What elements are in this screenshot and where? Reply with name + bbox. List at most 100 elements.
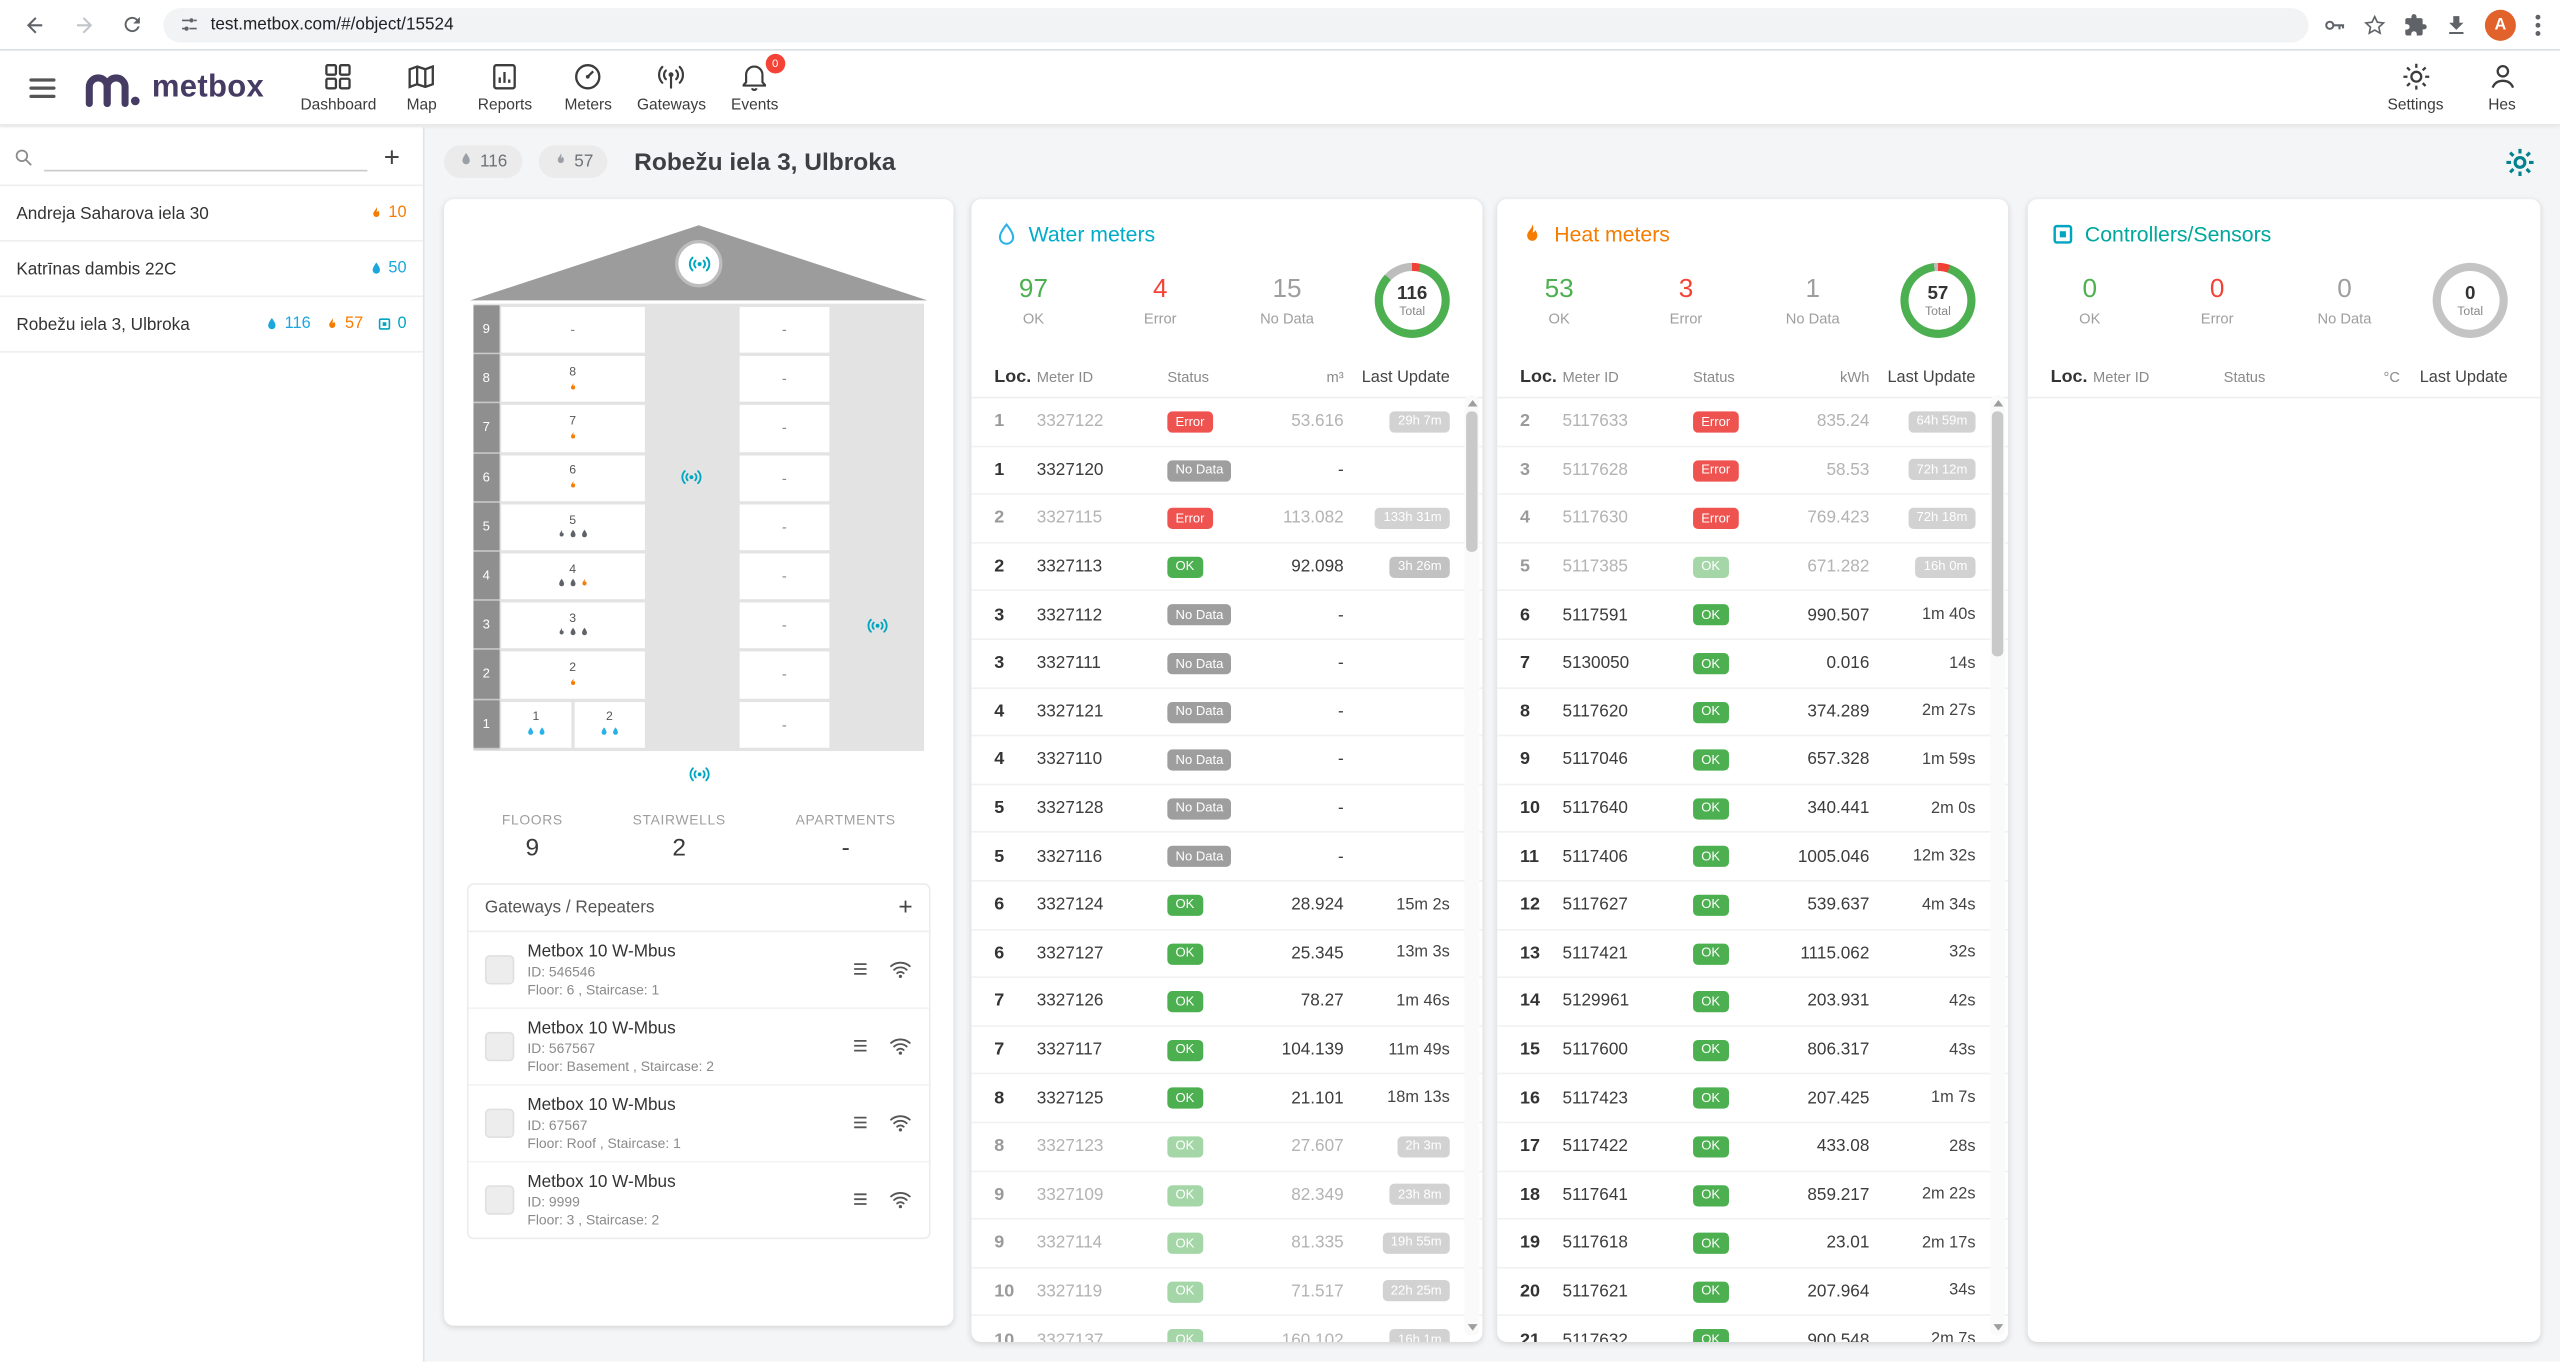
apartment-cell[interactable]: - (501, 307, 645, 353)
gateway-item[interactable]: Metbox 10 W-Mbus ID: 567567 Floor: Basem… (469, 1008, 929, 1085)
browser-back-button[interactable] (16, 7, 52, 43)
nav-dashboard[interactable]: Dashboard (300, 54, 377, 121)
sidebar-location-item[interactable]: Robežu iela 3, Ulbroka116570 (0, 297, 423, 353)
apartment-cell[interactable]: 6 (501, 455, 645, 501)
site-settings-icon[interactable] (180, 15, 200, 35)
apartment-cell[interactable]: - (739, 553, 829, 599)
nav-reports[interactable]: Reports (467, 54, 544, 121)
nav-map[interactable]: Map (383, 54, 460, 121)
meter-row[interactable]: 4 3327110 No Data - (971, 737, 1482, 785)
nav-settings[interactable]: Settings (2377, 54, 2454, 121)
meter-row[interactable]: 20 5117621 OK 207.964 34s (1497, 1268, 2008, 1316)
add-gateway-button[interactable]: + (898, 899, 912, 915)
meter-row[interactable]: 15 5117600 OK 806.317 43s (1497, 1026, 2008, 1074)
list-icon[interactable] (851, 959, 872, 980)
meter-row[interactable]: 10 3327119 OK 71.517 22h 25m (971, 1268, 1482, 1316)
apartment-cell[interactable]: - (739, 603, 829, 649)
meter-row[interactable]: 13 5117421 OK 1115.062 32s (1497, 930, 2008, 978)
nav-gateways[interactable]: Gateways (633, 54, 710, 121)
list-icon[interactable] (851, 1035, 872, 1056)
meter-row[interactable]: 5 3327116 No Data - (971, 833, 1482, 881)
apartment-cell[interactable]: 4 (501, 553, 645, 599)
meter-row[interactable]: 18 5117641 OK 859.217 2m 22s (1497, 1171, 2008, 1219)
meter-row[interactable]: 7 3327126 OK 78.27 1m 46s (971, 978, 1482, 1026)
meter-row[interactable]: 21 5117632 OK 900.548 2m 7s (1497, 1316, 2008, 1342)
table-scrollbar[interactable] (1464, 395, 1479, 1335)
meter-row[interactable]: 11 5117406 OK 1005.046 12m 32s (1497, 833, 2008, 881)
apartment-cell[interactable]: - (739, 455, 829, 501)
meter-row[interactable]: 4 5117630 Error 769.423 72h 18m (1497, 495, 2008, 543)
apartment-cell[interactable]: - (739, 701, 829, 747)
meter-row[interactable]: 3 5117628 Error 58.53 72h 12m (1497, 447, 2008, 495)
object-settings-gear-icon[interactable] (2503, 144, 2537, 178)
apartment-cell[interactable]: 5 (501, 504, 645, 550)
apartment-cell[interactable]: 2 (574, 701, 644, 747)
meter-row[interactable]: 3 3327111 No Data - (971, 640, 1482, 688)
gateway-item[interactable]: Metbox 10 W-Mbus ID: 67567 Floor: Roof ,… (469, 1085, 929, 1162)
meter-row[interactable]: 9 5117046 OK 657.328 1m 59s (1497, 737, 2008, 785)
meter-row[interactable]: 1 3327122 Error 53.616 29h 7m (971, 398, 1482, 446)
hamburger-menu-icon[interactable] (29, 78, 55, 98)
sidebar-location-item[interactable]: Katrīnas dambis 22C50 (0, 242, 423, 298)
extensions-puzzle-icon[interactable] (2403, 12, 2427, 36)
basement-antenna[interactable] (467, 762, 931, 790)
meter-row[interactable]: 6 5117591 OK 990.507 1m 40s (1497, 592, 2008, 640)
wifi-icon[interactable] (888, 1187, 912, 1211)
nav-events[interactable]: 0 Events (716, 54, 793, 121)
list-icon[interactable] (851, 1189, 872, 1210)
apartment-cell[interactable]: 2 (501, 652, 645, 698)
meter-row[interactable]: 10 3327137 OK 160.102 16h 1m (971, 1316, 1482, 1342)
apartment-cell[interactable]: 1 (501, 701, 571, 747)
browser-menu-icon[interactable] (2532, 11, 2543, 39)
gateway-item[interactable]: Metbox 10 W-Mbus ID: 546546 Floor: 6 , S… (469, 932, 929, 1009)
meter-row[interactable]: 1 3327120 No Data - (971, 447, 1482, 495)
meter-row[interactable]: 8 5117620 OK 374.289 2m 27s (1497, 688, 2008, 736)
table-scrollbar[interactable] (1990, 395, 2005, 1335)
roof-antenna[interactable] (675, 240, 722, 287)
meter-row[interactable]: 2 3327115 Error 113.082 133h 31m (971, 495, 1482, 543)
list-icon[interactable] (851, 1112, 872, 1133)
gateway-item[interactable]: Metbox 10 W-Mbus ID: 9999 Floor: 3 , Sta… (469, 1162, 929, 1237)
meter-row[interactable]: 7 5130050 OK 0.016 14s (1497, 640, 2008, 688)
meter-row[interactable]: 9 3327109 OK 82.349 23h 8m (971, 1171, 1482, 1219)
sidebar-location-item[interactable]: Andreja Saharova iela 3010 (0, 186, 423, 242)
wifi-icon[interactable] (888, 957, 912, 981)
wifi-icon[interactable] (888, 1034, 912, 1058)
apartment-cell[interactable]: 7 (501, 406, 645, 452)
meter-row[interactable]: 8 3327123 OK 27.607 2h 3m (971, 1123, 1482, 1171)
meter-row[interactable]: 5 5117385 OK 671.282 16h 0m (1497, 543, 2008, 591)
meter-row[interactable]: 9 3327114 OK 81.335 19h 55m (971, 1220, 1482, 1268)
download-icon[interactable] (2444, 12, 2468, 36)
address-bar[interactable]: test.metbox.com/#/object/15524 (163, 7, 2308, 41)
apartment-cell[interactable]: 8 (501, 356, 645, 402)
browser-reload-button[interactable] (114, 7, 150, 43)
meter-row[interactable]: 19 5117618 OK 23.01 2m 17s (1497, 1220, 2008, 1268)
apartment-cell[interactable]: - (739, 356, 829, 402)
nav-meters[interactable]: Meters (550, 54, 627, 121)
wifi-icon[interactable] (888, 1111, 912, 1135)
meter-row[interactable]: 10 5117640 OK 340.441 2m 0s (1497, 785, 2008, 833)
apartment-cell[interactable]: 3 (501, 603, 645, 649)
apartment-cell[interactable]: - (739, 307, 829, 353)
apartment-cell[interactable]: - (739, 406, 829, 452)
meter-row[interactable]: 6 3327124 OK 28.924 15m 2s (971, 882, 1482, 930)
meter-row[interactable]: 6 3327127 OK 25.345 13m 3s (971, 930, 1482, 978)
add-location-button[interactable]: + (377, 146, 406, 169)
apartment-cell[interactable]: - (739, 652, 829, 698)
meter-row[interactable]: 16 5117423 OK 207.425 1m 7s (1497, 1075, 2008, 1123)
browser-avatar[interactable]: A (2485, 9, 2516, 40)
meter-row[interactable]: 4 3327121 No Data - (971, 688, 1482, 736)
metbox-logo[interactable]: metbox (82, 66, 264, 108)
apartment-cell[interactable]: - (739, 504, 829, 550)
meter-row[interactable]: 2 5117633 Error 835.24 64h 59m (1497, 398, 2008, 446)
meter-row[interactable]: 3 3327112 No Data - (971, 592, 1482, 640)
meter-row[interactable]: 7 3327117 OK 104.139 11m 49s (971, 1026, 1482, 1074)
location-search-input[interactable] (44, 144, 367, 172)
meter-row[interactable]: 8 3327125 OK 21.101 18m 13s (971, 1075, 1482, 1123)
meter-row[interactable]: 5 3327128 No Data - (971, 785, 1482, 833)
meter-row[interactable]: 14 5129961 OK 203.931 42s (1497, 978, 2008, 1026)
meter-row[interactable]: 12 5117627 OK 539.637 4m 34s (1497, 882, 2008, 930)
meter-row[interactable]: 2 3327113 OK 92.098 3h 26m (971, 543, 1482, 591)
meter-row[interactable]: 17 5117422 OK 433.08 28s (1497, 1123, 2008, 1171)
bookmark-star-icon[interactable] (2362, 12, 2386, 36)
